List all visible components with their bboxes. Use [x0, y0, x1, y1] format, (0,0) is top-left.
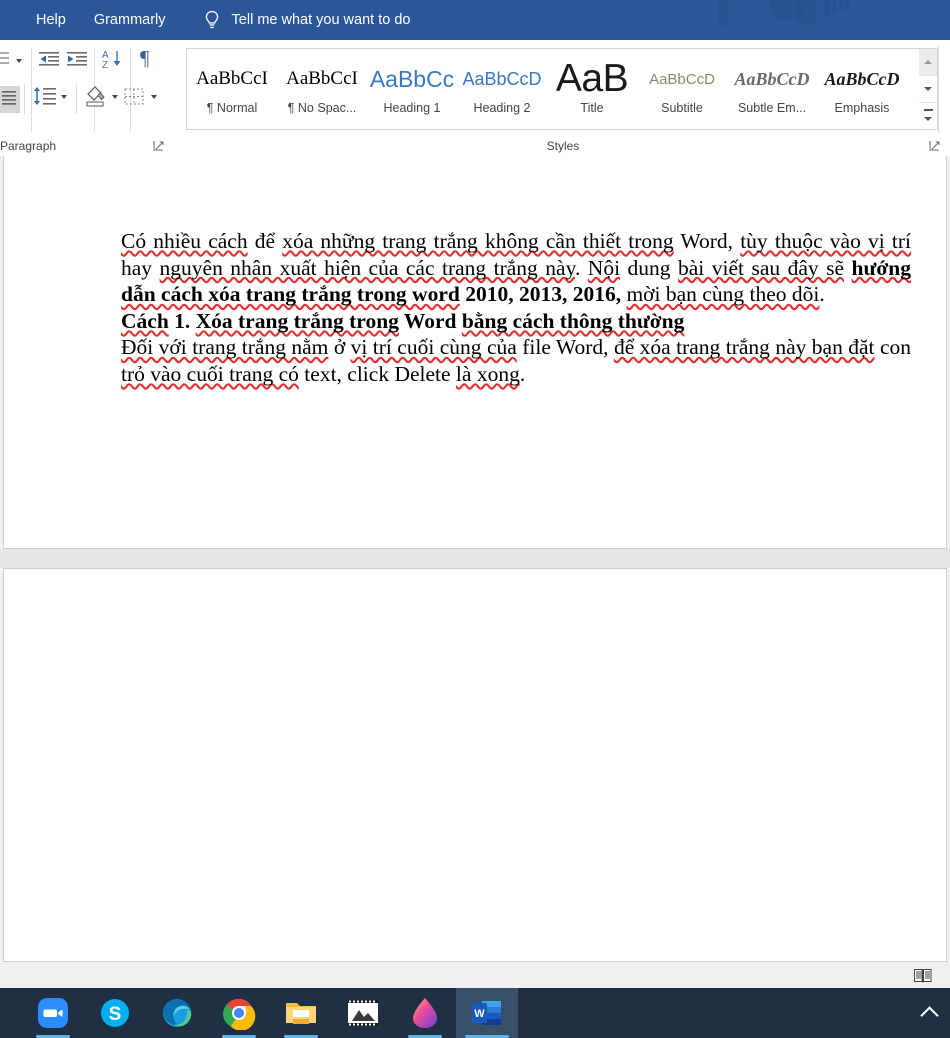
- style-sample-no-spacing: AaBbCcI: [286, 68, 358, 89]
- shading-dropdown-caret-icon[interactable]: [112, 95, 118, 99]
- style-sample-normal: AaBbCcI: [196, 68, 268, 89]
- style-label-title: Title: [580, 101, 604, 115]
- taskbar-skype[interactable]: S: [84, 988, 146, 1038]
- borders-icon[interactable]: [124, 88, 144, 111]
- taskbar-zoom[interactable]: [22, 988, 84, 1038]
- titlebar-ghost-glyph-3: [797, 0, 816, 24]
- multilevel-list-icon[interactable]: [0, 50, 12, 73]
- decrease-indent-icon[interactable]: [38, 50, 60, 73]
- paragraph-group: A Z ¶ Paragraph: [0, 40, 175, 156]
- document-page-2[interactable]: [3, 568, 947, 962]
- taskbar-word[interactable]: W: [456, 988, 518, 1038]
- align-justify-icon[interactable]: [0, 86, 20, 113]
- titlebar-ghost-glyph-7: [846, 0, 850, 10]
- taskbar-file-explorer[interactable]: [270, 988, 332, 1038]
- paragraph-intro: Có nhiều cách để xóa những trang trắng k…: [121, 229, 912, 307]
- document-canvas[interactable]: Có nhiều cách để xóa những trang trắng k…: [0, 156, 950, 988]
- dialog-launcher-icon[interactable]: [153, 139, 165, 151]
- svg-text:S: S: [109, 1004, 122, 1025]
- dialog-launcher-icon[interactable]: [929, 139, 941, 151]
- style-sample-heading-2: AaBbCcD: [462, 68, 542, 89]
- svg-text:Z: Z: [102, 60, 108, 70]
- style-sample-subtitle: AaBbCcD: [649, 70, 715, 88]
- show-formatting-marks-icon[interactable]: ¶: [140, 48, 150, 69]
- word-application-window: Help Grammarly Tell me what you want to …: [0, 0, 950, 1038]
- taskbar-paint3d[interactable]: [394, 988, 456, 1038]
- title-bar: Help Grammarly Tell me what you want to …: [0, 0, 950, 40]
- ribbon-divider: [938, 46, 939, 134]
- style-label-no-spacing: ¶ No Spac...: [287, 101, 357, 115]
- multilevel-list-dropdown-caret-icon[interactable]: [16, 59, 22, 63]
- ribbon-divider: [76, 84, 77, 114]
- style-item-subtitle[interactable]: AaBbCcD Subtitle: [637, 49, 727, 129]
- gallery-scroll-down-button[interactable]: [919, 76, 937, 103]
- tab-grammarly[interactable]: Grammarly: [80, 0, 180, 40]
- style-label-subtle-emphasis: Subtle Em...: [737, 101, 807, 115]
- tell-me-search[interactable]: Tell me what you want to do: [228, 0, 411, 40]
- titlebar-ghost-glyph-5: [832, 0, 836, 14]
- read-mode-icon[interactable]: [914, 968, 932, 989]
- document-page-1[interactable]: Có nhiều cách để xóa những trang trắng k…: [3, 156, 947, 651]
- style-item-no-spacing[interactable]: AaBbCcI ¶ No Spac...: [277, 49, 367, 129]
- style-item-emphasis[interactable]: AaBbCcD Emphasis: [817, 49, 907, 129]
- style-label-subtitle: Subtitle: [661, 101, 703, 115]
- ribbon: A Z ¶ Paragraph AaBbCcI ¶ Normal AaBbCcI…: [0, 40, 950, 157]
- style-label-heading-1: Heading 1: [383, 101, 441, 115]
- paragraph-group-label: Paragraph: [0, 139, 57, 153]
- triangle-up-icon: [924, 60, 932, 64]
- style-sample-heading-1: AaBbCc: [369, 65, 455, 92]
- lightbulb-icon: [180, 9, 228, 31]
- gallery-more-button[interactable]: [919, 103, 937, 129]
- style-item-normal[interactable]: AaBbCcI ¶ Normal: [187, 49, 277, 129]
- svg-text:W: W: [474, 1008, 485, 1020]
- gallery-scroll-up-button[interactable]: [919, 49, 937, 76]
- more-styles-icon: [924, 116, 932, 121]
- style-sample-emphasis: AaBbCcD: [824, 68, 900, 89]
- titlebar-ghost-glyph-6: [839, 0, 843, 12]
- document-body[interactable]: Có nhiều cách để xóa những trang trắng k…: [121, 228, 911, 388]
- style-label-emphasis: Emphasis: [834, 101, 890, 115]
- style-sample-title: AaB: [555, 57, 629, 100]
- taskbar-edge[interactable]: [146, 988, 208, 1038]
- shading-icon[interactable]: [82, 84, 108, 113]
- style-item-title[interactable]: AaB Title: [547, 49, 637, 129]
- triangle-down-icon: [924, 87, 932, 91]
- titlebar-ghost-glyph-1: [718, 0, 729, 26]
- more-styles-bar-icon: [923, 109, 933, 111]
- styles-group: AaBbCcI ¶ Normal AaBbCcI ¶ No Spac... Aa…: [176, 40, 950, 156]
- paragraph-heading: Cách 1. Xóa trang trắng trong Word bằng …: [121, 308, 685, 333]
- style-item-heading-1[interactable]: AaBbCc Heading 1: [367, 49, 457, 129]
- styles-gallery[interactable]: AaBbCcI ¶ Normal AaBbCcI ¶ No Spac... Aa…: [186, 48, 921, 130]
- taskbar-photos[interactable]: [332, 988, 394, 1038]
- style-item-subtle-emphasis[interactable]: AaBbCcD Subtle Em...: [727, 49, 817, 129]
- tab-help[interactable]: Help: [22, 0, 80, 40]
- style-label-normal: ¶ Normal: [206, 101, 258, 115]
- sort-icon[interactable]: A Z: [101, 48, 125, 75]
- increase-indent-icon[interactable]: [66, 50, 88, 73]
- line-spacing-icon[interactable]: [32, 85, 58, 112]
- show-hidden-icons-button[interactable]: [920, 988, 939, 1038]
- style-sample-subtle-emphasis: AaBbCcD: [734, 68, 810, 89]
- style-item-heading-2[interactable]: AaBbCcD Heading 2: [457, 49, 547, 129]
- styles-gallery-scrollbar[interactable]: [919, 48, 938, 130]
- style-label-heading-2: Heading 2: [473, 101, 531, 115]
- borders-dropdown-caret-icon[interactable]: [151, 95, 157, 99]
- titlebar-ghost-glyph-4: [825, 0, 829, 16]
- status-bar-right: [914, 968, 932, 989]
- page-separator: [0, 549, 950, 568]
- status-bar: [0, 966, 950, 988]
- styles-group-label: Styles: [546, 139, 580, 153]
- taskbar: S W: [0, 988, 950, 1038]
- chevron-up-icon: [920, 1006, 939, 1025]
- paragraph-body: Đối với trang trắng nằm ở vị trí cuối cù…: [121, 335, 911, 386]
- line-spacing-dropdown-caret-icon[interactable]: [61, 95, 67, 99]
- ribbon-divider: [24, 84, 25, 114]
- taskbar-chrome[interactable]: [208, 988, 270, 1038]
